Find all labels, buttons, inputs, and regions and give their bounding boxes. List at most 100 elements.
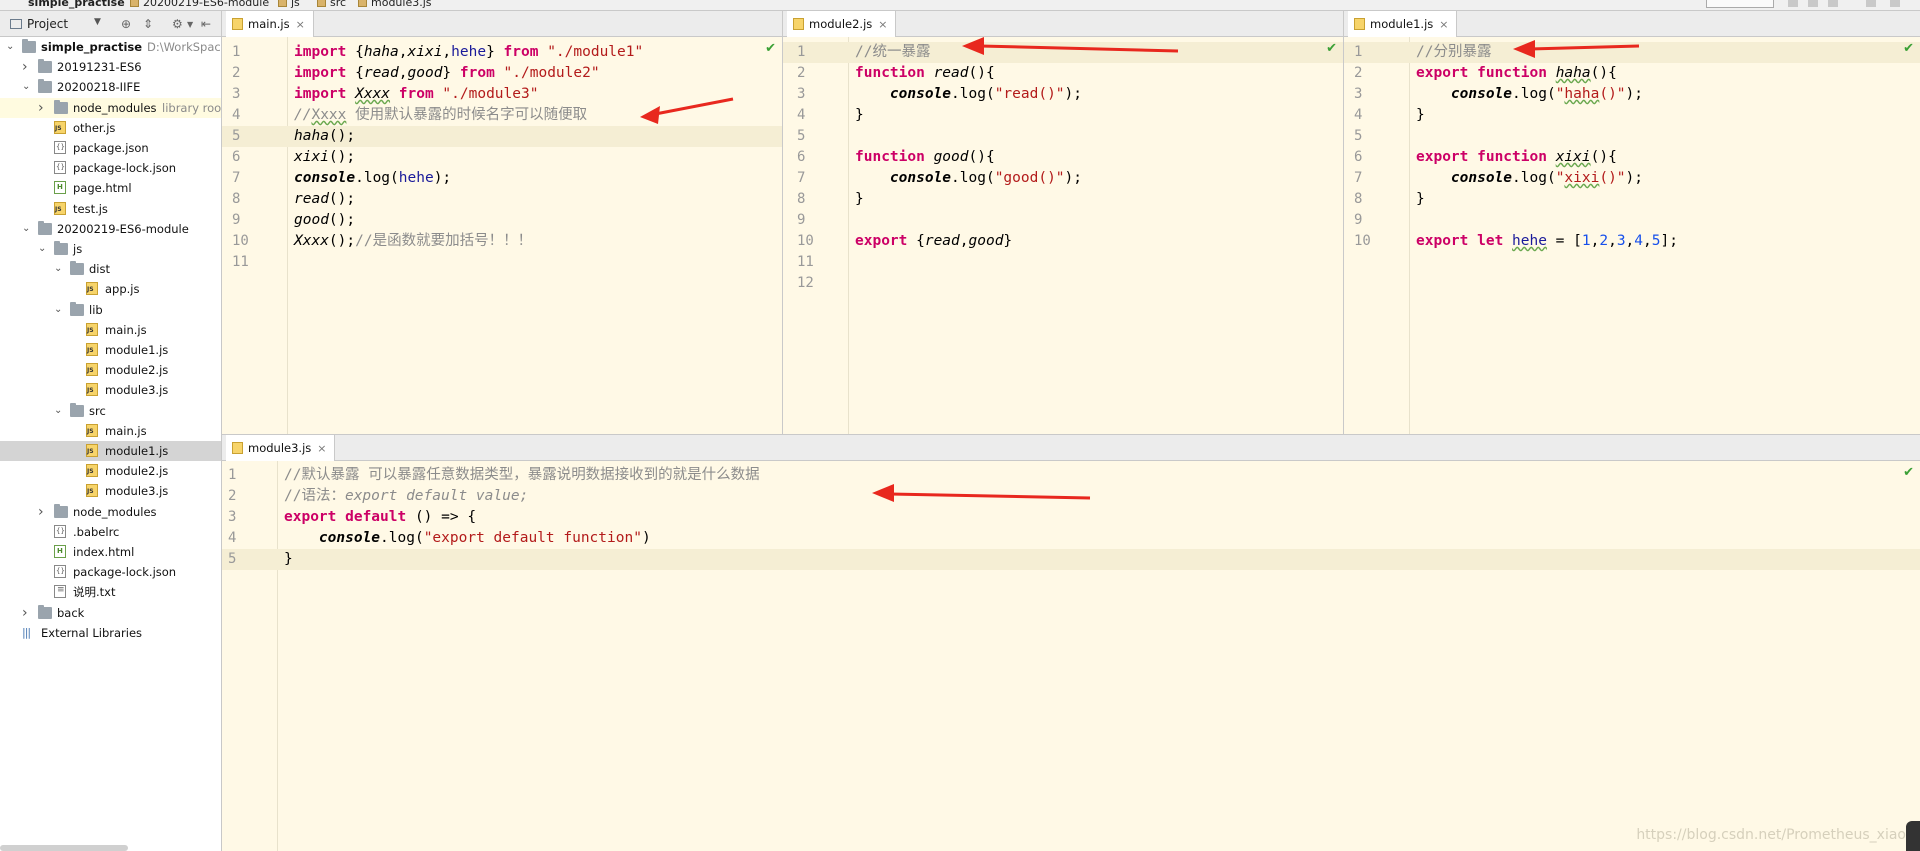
code-line[interactable]: //分别暴露 [1416,42,1491,63]
code-line[interactable]: } [1416,189,1425,210]
chevron-down-icon[interactable]: ⌄ [6,37,16,57]
code-line[interactable]: Xxxx();//是函数就要加括号！！！ [294,231,532,252]
breadcrumb-module[interactable]: 20200219-ES6-module [143,0,269,9]
code-line[interactable]: export function haha(){ [1416,63,1617,84]
tree-file[interactable]: module1.js [0,340,221,360]
tree-file[interactable]: page.html [0,178,221,198]
code-line[interactable]: console.log("xixi()"); [1416,168,1643,189]
close-icon[interactable]: × [296,18,305,31]
tree-file[interactable]: module2.js [0,461,221,481]
breadcrumb-file[interactable]: module3.js [371,0,432,9]
tree-file[interactable]: main.js [0,421,221,441]
close-icon[interactable]: × [1439,18,1448,31]
code-line[interactable]: export function xixi(){ [1416,147,1617,168]
tree-file[interactable]: External Libraries [0,623,221,643]
code-line[interactable]: console.log("haha()"); [1416,84,1643,105]
tree-folder[interactable]: ⌄ lib [0,300,221,320]
chevron-right-icon[interactable]: › [22,57,32,77]
chevron-right-icon[interactable]: › [22,603,32,623]
code-line[interactable]: export {read,good} [855,231,1012,252]
code-line[interactable]: import {haha,xixi,hehe} from "./module1" [294,42,643,63]
code-line[interactable]: function read(){ [855,63,995,84]
chevron-down-icon[interactable]: ⌄ [54,401,64,421]
run-icon[interactable] [1788,0,1798,7]
sidebar-scrollbar[interactable] [0,845,128,851]
collapse-icon[interactable]: ⇕ [143,17,153,31]
code-line[interactable]: } [855,189,864,210]
project-view-selector[interactable]: Project ▼ [10,17,101,33]
breadcrumb-src[interactable]: src [330,0,346,9]
tree-folder[interactable]: › 20191231-ES6 [0,57,221,77]
chevron-down-icon[interactable]: ▼ [187,20,193,29]
debug-icon[interactable] [1808,0,1818,7]
locate-icon[interactable]: ⊕ [121,17,131,31]
tree-file[interactable]: package-lock.json [0,562,221,582]
tree-file[interactable]: test.js [0,199,221,219]
chevron-right-icon[interactable]: › [38,98,48,118]
editor-main-js[interactable]: main.js × 1 import {haha,xixi,hehe} from "… [222,11,783,434]
tree-file[interactable]: index.html [0,542,221,562]
tree-file[interactable]: main.js [0,320,221,340]
tree-folder[interactable]: ⌄ src [0,401,221,421]
tree-folder[interactable]: ⌄ dist [0,259,221,279]
chevron-right-icon[interactable]: › [38,502,48,522]
code-line[interactable]: export default () => { [284,507,476,528]
tree-file[interactable]: app.js [0,279,221,299]
tree-file[interactable]: module2.js [0,360,221,380]
breadcrumb-project[interactable]: simple_practise [28,0,125,9]
tree-folder[interactable]: ⌄ 20200219-ES6-module [0,219,221,239]
code-line[interactable]: function good(){ [855,147,995,168]
code-line[interactable]: } [855,105,864,126]
code-line[interactable]: //Xxxx 使用默认暴露的时候名字可以随便取 [294,105,587,126]
tree-file[interactable]: module3.js [0,481,221,501]
code-line[interactable]: xixi(); [294,147,355,168]
code-line[interactable]: } [284,549,293,570]
tree-folder[interactable]: ⌄ simple_practise D:\WorkSpace\we [0,37,221,57]
tree-folder[interactable]: › back [0,603,221,623]
close-icon[interactable]: × [878,18,887,31]
tree-file[interactable]: module1.js [0,441,221,461]
code-line[interactable]: //语法：export default value; [284,486,528,507]
code-line[interactable]: import Xxxx from "./module3" [294,84,538,105]
chevron-down-icon[interactable]: ⌄ [38,239,48,259]
run-config-dropdown[interactable] [1706,0,1774,8]
tree-file[interactable]: package-lock.json [0,158,221,178]
code-line[interactable]: console.log("export default function") [284,528,651,549]
code-line[interactable]: console.log(hehe); [294,168,451,189]
stop-icon[interactable] [1866,0,1876,7]
code-line[interactable]: good(); [294,210,355,231]
code-line[interactable]: } [1416,105,1425,126]
tab-module3-js[interactable]: module3.js × [226,435,336,461]
code-line[interactable]: import {read,good} from "./module2" [294,63,600,84]
tab-main-js[interactable]: main.js × [226,11,314,37]
tree-folder[interactable]: › node_modules library root [0,97,221,118]
breadcrumb-js[interactable]: js [291,0,300,9]
code-line[interactable]: export let hehe = [1,2,3,4,5]; [1416,231,1678,252]
editor-module1-js[interactable]: module1.js × 1 //分别暴露 2 export function haha… [1344,11,1920,434]
tree-file[interactable]: other.js [0,118,221,138]
tree-folder[interactable]: ⌄ js [0,239,221,259]
hide-icon[interactable]: ⇤ [201,17,211,31]
tab-module2-js[interactable]: module2.js × [787,11,897,37]
tree-file[interactable]: package.json [0,138,221,158]
chevron-down-icon[interactable]: ⌄ [54,300,64,320]
code-line[interactable]: //默认暴露 可以暴露任意数据类型，暴露说明数据接收到的就是什么数据 [284,465,760,486]
chevron-down-icon[interactable]: ⌄ [22,77,32,97]
tree-file[interactable]: 说明.txt [0,582,221,602]
code-line[interactable]: console.log("good()"); [855,168,1082,189]
tree-file[interactable]: module3.js [0,380,221,400]
chevron-down-icon[interactable]: ⌄ [54,259,64,279]
tree-folder[interactable]: ⌄ 20200218-IIFE [0,77,221,97]
code-line[interactable]: haha(); [294,126,355,147]
editor-module3-js[interactable]: module3.js × 1 //默认暴露 可以暴露任意数据类型，暴露说明数据接收到… [222,434,1920,851]
tree-file[interactable]: .babelrc [0,522,221,542]
code-line[interactable]: read(); [294,189,355,210]
code-line[interactable]: console.log("read()"); [855,84,1082,105]
settings-icon[interactable] [1890,0,1900,7]
close-icon[interactable]: × [317,442,326,455]
coverage-icon[interactable] [1828,0,1838,7]
chevron-down-icon[interactable]: ⌄ [22,219,32,239]
code-line[interactable]: //统一暴露 [855,42,930,63]
gear-icon[interactable]: ⚙ [172,17,183,31]
editor-module2-js[interactable]: module2.js × 1//统一暴露 2 function read(){3 co… [783,11,1344,434]
